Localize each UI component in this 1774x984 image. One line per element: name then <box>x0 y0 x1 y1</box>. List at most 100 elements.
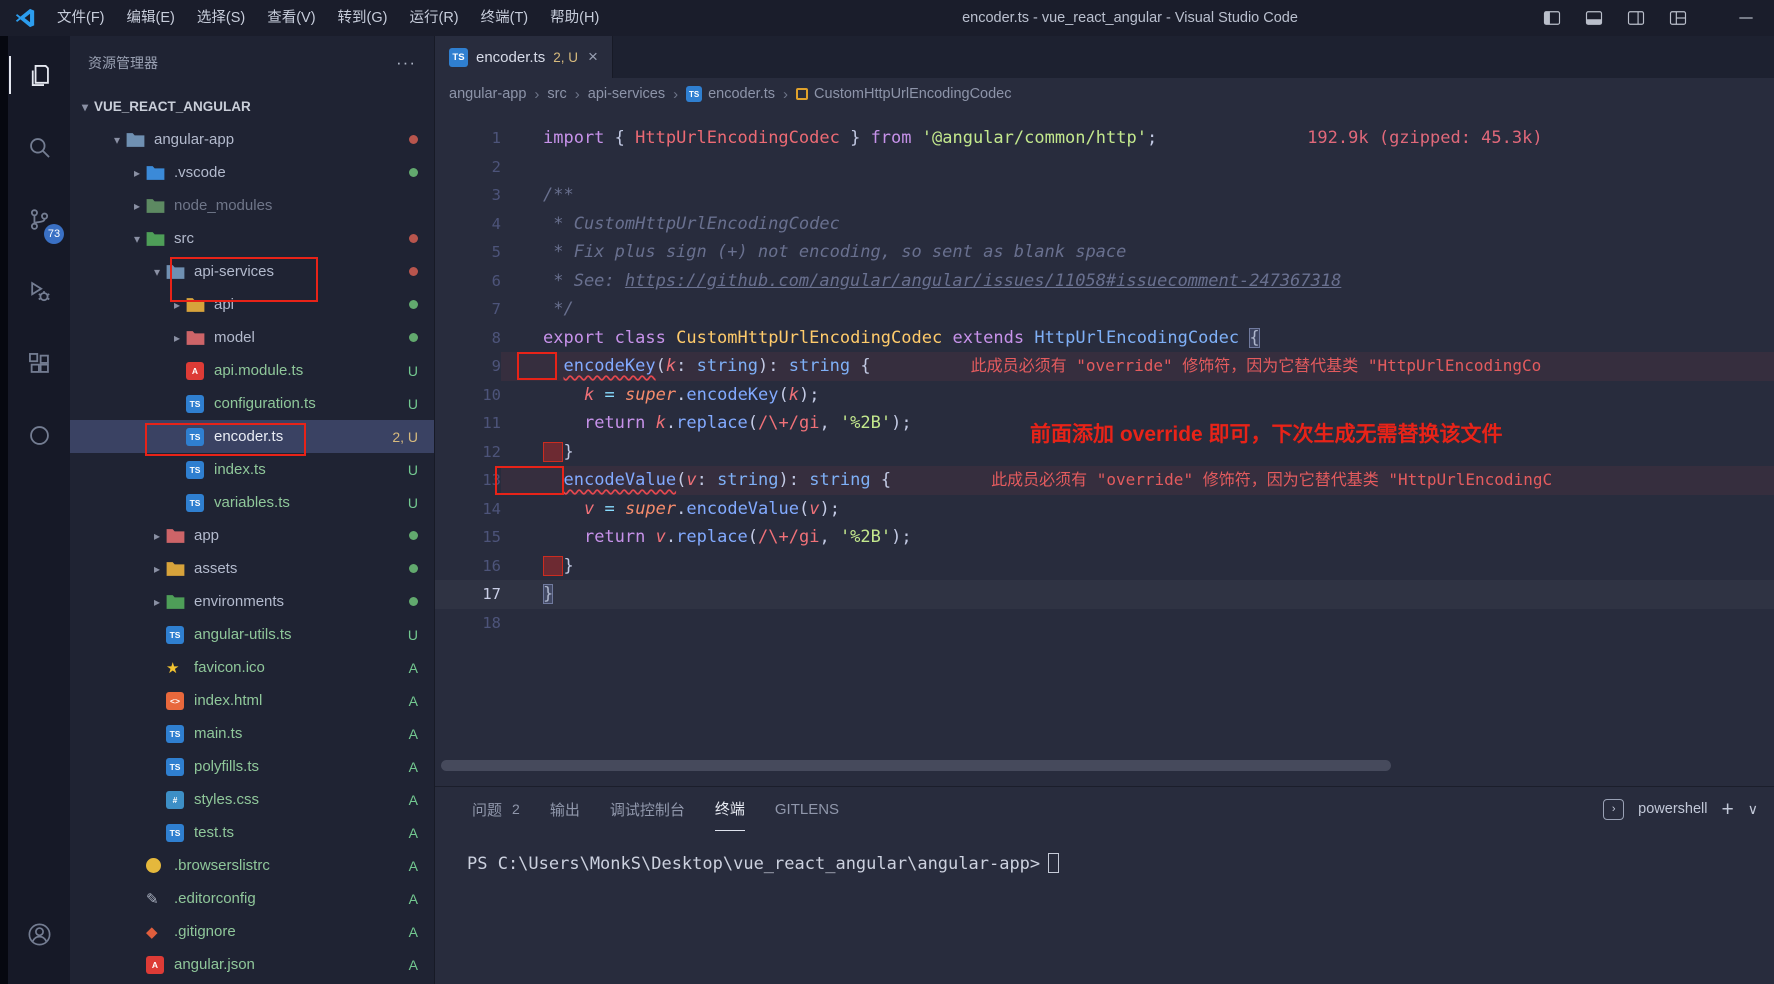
line-number: 1 <box>435 124 501 153</box>
tree-item-encoder.ts[interactable]: TSencoder.ts2, U <box>70 420 434 453</box>
menu-go[interactable]: 转到(G) <box>327 0 399 36</box>
tree-item-.browserslistrc[interactable]: .browserslistrcA <box>70 849 434 882</box>
panel-tab-gitlens[interactable]: GITLENS <box>775 787 839 831</box>
code-line-12[interactable]: 12 } <box>435 438 1774 467</box>
menu-view[interactable]: 查看(V) <box>256 0 326 36</box>
tree-item-styles.css[interactable]: #styles.cssA <box>70 783 434 816</box>
code-line-8[interactable]: 8export class CustomHttpUrlEncodingCodec… <box>435 324 1774 353</box>
chevron-closed-icon[interactable]: ▸ <box>148 595 166 609</box>
minimize-button[interactable] <box>1736 8 1756 28</box>
chevron-closed-icon[interactable]: ▸ <box>128 166 146 180</box>
tree-item-main.ts[interactable]: TSmain.tsA <box>70 717 434 750</box>
tree-item-.vscode[interactable]: ▸.vscode <box>70 156 434 189</box>
tab-encoder-ts[interactable]: TS encoder.ts 2, U × <box>435 36 613 78</box>
activity-extensions[interactable] <box>9 335 69 391</box>
menu-terminal[interactable]: 终端(T) <box>470 0 540 36</box>
tree-item-index.ts[interactable]: TSindex.tsU <box>70 453 434 486</box>
code-line-17[interactable]: 17} <box>435 580 1774 609</box>
code-line-9[interactable]: 9 encodeKey(k: string): string {此成员必须有 "… <box>435 352 1774 381</box>
tree-item-api.module.ts[interactable]: Aapi.module.tsU <box>70 354 434 387</box>
panel-tab-problems[interactable]: 问题2 <box>472 787 520 831</box>
tree-item-model[interactable]: ▸model <box>70 321 434 354</box>
chevron-closed-icon[interactable]: ▸ <box>128 199 146 213</box>
tree-item-api[interactable]: ▸api <box>70 288 434 321</box>
chevron-closed-icon[interactable]: ▸ <box>168 331 186 345</box>
tree-item-node_modules[interactable]: ▸node_modules <box>70 189 434 222</box>
terminal[interactable]: PS C:\Users\MonkS\Desktop\vue_react_angu… <box>435 831 1774 874</box>
activity-accounts[interactable] <box>9 906 69 962</box>
new-terminal-icon[interactable]: + <box>1721 799 1733 820</box>
breadcrumb-CustomHttpUrlEncodingCodec[interactable]: CustomHttpUrlEncodingCodec <box>796 86 1011 102</box>
tree-item-polyfills.ts[interactable]: TSpolyfills.tsA <box>70 750 434 783</box>
close-tab-icon[interactable]: × <box>588 47 598 67</box>
breadcrumb-angular-app[interactable]: angular-app <box>449 86 526 102</box>
line-number: 18 <box>435 609 501 638</box>
code-line-4[interactable]: 4 * CustomHttpUrlEncodingCodec <box>435 210 1774 239</box>
code-line-7[interactable]: 7 */ <box>435 295 1774 324</box>
horizontal-scrollbar[interactable] <box>441 760 1391 771</box>
customize-layout-icon[interactable] <box>1668 8 1688 28</box>
editor[interactable]: 1import { HttpUrlEncodingCodec } from '@… <box>435 110 1774 786</box>
tree-item-.editorconfig[interactable]: ✎.editorconfigA <box>70 882 434 915</box>
tree-item-favicon.ico[interactable]: ★favicon.icoA <box>70 651 434 684</box>
breadcrumb-src[interactable]: src <box>547 86 566 102</box>
menu-edit[interactable]: 编辑(E) <box>116 0 186 36</box>
panel-tab-terminal[interactable]: 终端 <box>715 787 745 831</box>
code-line-6[interactable]: 6 * See: https://github.com/angular/angu… <box>435 267 1774 296</box>
tree-item-app[interactable]: ▸app <box>70 519 434 552</box>
tree-item-assets[interactable]: ▸assets <box>70 552 434 585</box>
terminal-dropdown-icon[interactable]: ∨ <box>1748 801 1758 818</box>
breadcrumb-label: src <box>547 86 566 102</box>
chevron-open-icon[interactable]: ▾ <box>148 265 166 279</box>
breadcrumb-encoder.ts[interactable]: TSencoder.ts <box>686 86 775 102</box>
activity-extension-circle[interactable] <box>9 407 69 463</box>
menu-selection[interactable]: 选择(S) <box>186 0 256 36</box>
tree-item-test.ts[interactable]: TStest.tsA <box>70 816 434 849</box>
panel-tab-output[interactable]: 输出 <box>550 787 580 831</box>
tree-item-.gitignore[interactable]: ◆.gitignoreA <box>70 915 434 948</box>
toggle-secondary-sidebar-icon[interactable] <box>1626 8 1646 28</box>
code-line-14[interactable]: 14 v = super.encodeValue(v); <box>435 495 1774 524</box>
tree-item-angular-utils.ts[interactable]: TSangular-utils.tsU <box>70 618 434 651</box>
shell-name[interactable]: powershell <box>1638 801 1707 817</box>
git-status-badge: U <box>408 363 418 379</box>
code-line-2[interactable]: 2 <box>435 153 1774 182</box>
code-line-1[interactable]: 1import { HttpUrlEncodingCodec } from '@… <box>435 124 1774 153</box>
panel-tab-debug-console[interactable]: 调试控制台 <box>610 787 685 831</box>
code-text: return k.replace(/\+/gi, '%2B'); <box>501 409 1774 438</box>
toggle-sidebar-icon[interactable] <box>1542 8 1562 28</box>
tree-item-index.html[interactable]: <>index.htmlA <box>70 684 434 717</box>
chevron-open-icon[interactable]: ▾ <box>128 232 146 246</box>
code-line-18[interactable]: 18 <box>435 609 1774 638</box>
code-line-16[interactable]: 16 } <box>435 552 1774 581</box>
chevron-open-icon[interactable]: ▾ <box>108 133 126 147</box>
run-debug-icon <box>26 278 53 305</box>
chevron-closed-icon[interactable]: ▸ <box>168 298 186 312</box>
menu-file[interactable]: 文件(F) <box>46 0 116 36</box>
chevron-closed-icon[interactable]: ▸ <box>148 529 166 543</box>
code-line-13[interactable]: 13 encodeValue(v: string): string {此成员必须… <box>435 466 1774 495</box>
tree-item-configuration.ts[interactable]: TSconfiguration.tsU <box>70 387 434 420</box>
more-actions-icon[interactable]: ··· <box>396 53 416 73</box>
code-line-15[interactable]: 15 return v.replace(/\+/gi, '%2B'); <box>435 523 1774 552</box>
code-line-3[interactable]: 3/** <box>435 181 1774 210</box>
chevron-closed-icon[interactable]: ▸ <box>148 562 166 576</box>
code-line-5[interactable]: 5 * Fix plus sign (+) not encoding, so s… <box>435 238 1774 267</box>
menu-run[interactable]: 运行(R) <box>398 0 469 36</box>
tree-item-environments[interactable]: ▸environments <box>70 585 434 618</box>
toggle-panel-icon[interactable] <box>1584 8 1604 28</box>
tree-item-variables.ts[interactable]: TSvariables.tsU <box>70 486 434 519</box>
activity-explorer[interactable] <box>9 47 69 103</box>
code-line-10[interactable]: 10 k = super.encodeKey(k); <box>435 381 1774 410</box>
activity-source-control[interactable]: 73 <box>9 191 69 247</box>
tree-root[interactable]: ▾ VUE_REACT_ANGULAR <box>70 90 434 123</box>
tree-item-src[interactable]: ▾src <box>70 222 434 255</box>
code-line-11[interactable]: 11 return k.replace(/\+/gi, '%2B'); <box>435 409 1774 438</box>
menu-help[interactable]: 帮助(H) <box>539 0 610 36</box>
tree-item-angular-app[interactable]: ▾angular-app <box>70 123 434 156</box>
tree-item-api-services[interactable]: ▾api-services <box>70 255 434 288</box>
breadcrumb-api-services[interactable]: api-services <box>588 86 665 102</box>
tree-item-angular.json[interactable]: Aangular.jsonA <box>70 948 434 981</box>
activity-run-debug[interactable] <box>9 263 69 319</box>
activity-search[interactable] <box>9 119 69 175</box>
